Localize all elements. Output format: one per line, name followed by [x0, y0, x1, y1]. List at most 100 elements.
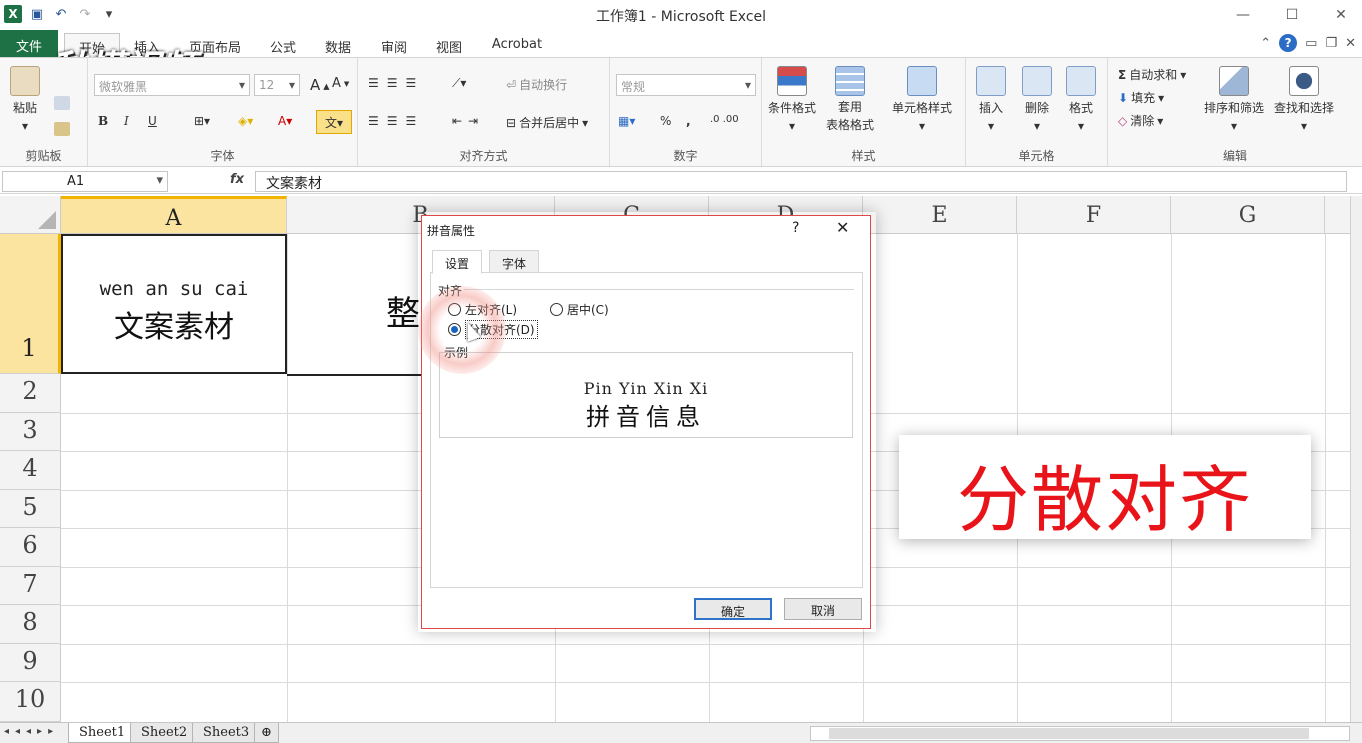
sheet-tab-1[interactable]: Sheet1 [68, 723, 137, 743]
underline-button[interactable]: U [148, 114, 157, 128]
radio-center-dot [550, 303, 563, 316]
radio-center-align[interactable]: 居中(C) [550, 301, 609, 318]
paste-button[interactable]: 粘贴 ▾ [10, 66, 40, 133]
delete-cells-button[interactable]: 删除 ▾ [1022, 66, 1052, 133]
format-cells-button[interactable]: 格式 ▾ [1066, 66, 1096, 133]
maximize-button[interactable]: ☐ [1277, 4, 1307, 26]
dialog-tab-font[interactable]: 字体 [489, 250, 540, 273]
insert-cells-button[interactable]: 插入 ▾ [976, 66, 1006, 133]
paste-icon [10, 66, 40, 96]
fill-color-icon[interactable]: ◈▾ [238, 114, 253, 128]
scroll-thumb[interactable] [829, 728, 1309, 739]
dialog-close-button[interactable]: ✕ [836, 218, 849, 237]
font-group: 微软雅黑 12 A▴ A▾ B I U ⊞▾ ◈▾ A▾ 文▾ 字体 [88, 58, 358, 166]
close-workbook-icon[interactable]: ✕ [1345, 36, 1356, 51]
sheet-tab-bar: ◂◂◂▸▸ Sheet1 Sheet2 Sheet3 ⊕ [0, 722, 1362, 743]
tab-data[interactable]: 数据 [316, 33, 360, 57]
wrap-text-button[interactable]: ⏎ 自动换行 [506, 76, 567, 93]
row-header-9[interactable]: 9 [0, 644, 61, 682]
row-header-1[interactable]: 1 [0, 234, 61, 374]
decrease-font-icon[interactable]: A ▾ [332, 76, 349, 91]
insert-function-icon[interactable]: fx [230, 172, 244, 187]
row-header-10[interactable]: 10 [0, 682, 61, 722]
cancel-button[interactable]: 取消 [784, 598, 862, 620]
sheet-nav-arrows-icon[interactable]: ◂◂◂▸▸ [4, 726, 59, 737]
dialog-help-button[interactable]: ? [792, 220, 799, 236]
format-painter-icon[interactable] [54, 122, 70, 136]
ribbon: 粘贴 ▾ 剪贴板 微软雅黑 12 A▴ A▾ B I U ⊞▾ ◈▾ A▾ 文▾… [0, 57, 1362, 167]
help-icon[interactable]: ? [1279, 34, 1298, 52]
phonetic-guide-icon[interactable]: 文▾ [316, 110, 352, 134]
percent-button[interactable]: % [660, 114, 671, 128]
font-color-icon[interactable]: A▾ [278, 114, 292, 128]
cell-styles-button[interactable]: 单元格样式 ▾ [892, 66, 952, 133]
tab-acrobat[interactable]: Acrobat [484, 33, 550, 57]
row-header-7[interactable]: 7 [0, 567, 61, 605]
gridline [61, 644, 1350, 645]
horizontal-align-icons[interactable]: ☰☰☰ [368, 114, 424, 128]
caption-text: 分散对齐 [956, 458, 1253, 542]
conditional-format-button[interactable]: 条件格式 ▾ [768, 66, 816, 133]
find-select-button[interactable]: 查找和选择 ▾ [1274, 66, 1334, 133]
number-group-label: 数字 [673, 149, 698, 163]
sheet-tab-2[interactable]: Sheet2 [130, 723, 199, 743]
column-header-a[interactable]: A [61, 196, 287, 234]
clear-button[interactable]: ◇ 清除 ▾ [1118, 112, 1163, 129]
minimize-button[interactable]: — [1228, 4, 1258, 26]
border-icon[interactable]: ⊞▾ [194, 114, 210, 128]
horizontal-scrollbar[interactable] [810, 726, 1350, 741]
name-box[interactable]: A1 [2, 171, 168, 192]
column-header-e[interactable]: E [863, 196, 1017, 234]
select-all-button[interactable] [0, 196, 61, 234]
row-header-3[interactable]: 3 [0, 413, 61, 451]
autosum-button[interactable]: Σ 自动求和 ▾ [1118, 66, 1186, 83]
delete-cells-icon [1022, 66, 1052, 96]
tab-formulas[interactable]: 公式 [262, 33, 304, 57]
italic-button[interactable]: I [124, 114, 129, 128]
fill-down-icon: ⬇ [1118, 90, 1129, 105]
minimize-workbook-icon[interactable]: ▭ [1305, 36, 1317, 51]
fill-button[interactable]: ⬇ 填充 ▾ [1118, 89, 1164, 106]
insert-cells-icon [976, 66, 1006, 96]
tab-review[interactable]: 审阅 [372, 33, 416, 57]
font-group-label: 字体 [210, 149, 235, 163]
indent-icons[interactable]: ⇤⇥ [452, 114, 484, 128]
row-header-5[interactable]: 5 [0, 490, 61, 528]
close-window-button[interactable]: ✕ [1326, 4, 1356, 26]
row-header-4[interactable]: 4 [0, 451, 61, 490]
cell-a1[interactable]: wen an su cai 文案素材 [61, 234, 287, 374]
column-header-f[interactable]: F [1017, 196, 1171, 234]
accounting-icon[interactable]: ▦▾ [618, 114, 635, 128]
vertical-scrollbar[interactable] [1350, 196, 1362, 722]
ok-button[interactable]: 确定 [694, 598, 772, 620]
bold-button[interactable]: B [98, 114, 108, 128]
format-as-table-button[interactable]: 套用 表格格式 [826, 66, 874, 134]
decimal-icons[interactable]: .0 .00 [710, 114, 739, 125]
sheet-tab-3[interactable]: Sheet3 [192, 723, 261, 743]
vertical-align-icons[interactable]: ☰☰☰ [368, 76, 424, 90]
formula-input[interactable]: 文案素材 [255, 171, 1347, 192]
sort-filter-button[interactable]: 排序和筛选 ▾ [1204, 66, 1264, 133]
orientation-icon[interactable]: ⟋▾ [452, 76, 466, 91]
column-header-g[interactable]: G [1171, 196, 1325, 234]
merge-center-button[interactable]: ⊟ 合并后居中 ▾ [506, 114, 588, 131]
number-format-select[interactable]: 常规 [616, 74, 756, 96]
font-name-select[interactable]: 微软雅黑 [94, 74, 250, 96]
comma-button[interactable]: , [686, 114, 691, 128]
row-header-8[interactable]: 8 [0, 605, 61, 644]
merge-icon: ⊟ [506, 115, 517, 130]
column-header-h[interactable] [1325, 196, 1350, 234]
section-divider [464, 289, 854, 290]
tab-view[interactable]: 视图 [428, 33, 470, 57]
restore-workbook-icon[interactable]: ❐ [1325, 36, 1337, 51]
binoculars-icon [1289, 66, 1319, 96]
increase-font-icon[interactable]: A ▴ [310, 76, 330, 94]
row-header-2[interactable]: 2 [0, 374, 61, 413]
new-sheet-icon[interactable]: ⊕ [254, 723, 279, 743]
table-icon [835, 66, 865, 96]
font-size-select[interactable]: 12 [254, 74, 300, 96]
collapse-ribbon-icon[interactable]: ⌃ [1260, 36, 1271, 51]
row-header-6[interactable]: 6 [0, 528, 61, 567]
dialog-tab-settings[interactable]: 设置 [432, 250, 483, 274]
copy-icon[interactable] [54, 96, 70, 110]
